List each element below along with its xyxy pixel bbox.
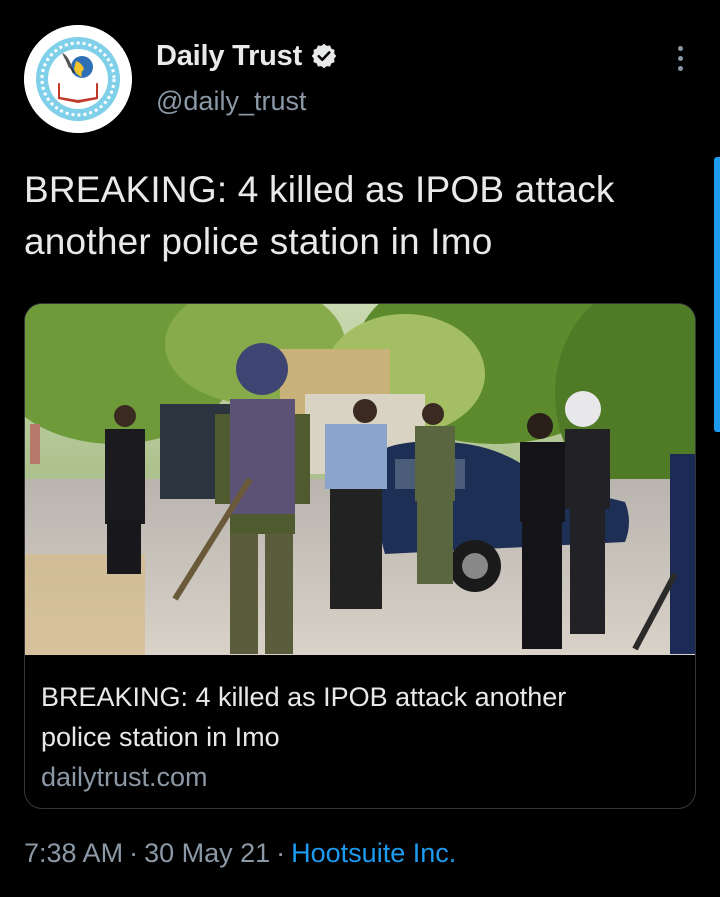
verified-badge-icon [310,42,338,70]
author-block[interactable]: Daily Trust @daily_trust [156,36,338,117]
author-handle[interactable]: @daily_trust [156,86,338,117]
card-image[interactable] [25,304,695,655]
tweet-date[interactable]: 30 May 21 [144,838,270,868]
tweet-text-line: BREAKING: 4 killed as IPOB attack [24,169,615,210]
more-options-button[interactable] [666,38,694,78]
display-name-row: Daily Trust [156,36,338,76]
card-domain: dailytrust.com [41,762,208,792]
separator: · [276,838,286,868]
card-body: BREAKING: 4 killed as IPOB attack anothe… [25,655,695,796]
tweet-time[interactable]: 7:38 AM [24,838,123,868]
separator: · [129,838,139,868]
more-dot [677,55,683,61]
card-title-line: BREAKING: 4 killed as IPOB attack anothe… [41,682,567,712]
tweet-detail-screen: Daily Trust @daily_trust BREAKING: 4 kil… [0,0,720,897]
link-preview-card[interactable]: BREAKING: 4 killed as IPOB attack anothe… [24,303,696,809]
tweet-metadata: 7:38 AM · 30 May 21 · Hootsuite Inc. [24,838,456,869]
daily-trust-logo-icon [24,25,132,133]
author-avatar[interactable] [24,25,132,133]
more-dot [677,65,683,71]
police-officers-photo-icon [25,304,695,655]
tweet-text: BREAKING: 4 killed as IPOB attack anothe… [24,164,700,268]
author-display-name[interactable]: Daily Trust [156,40,302,73]
tweet-source-link[interactable]: Hootsuite Inc. [291,838,456,868]
scroll-indicator [714,157,720,432]
card-title-line: police station in Imo [41,722,280,752]
tweet-text-line: another police station in Imo [24,221,493,262]
more-vertical-icon [677,45,683,51]
card-title: BREAKING: 4 killed as IPOB attack anothe… [41,677,679,757]
